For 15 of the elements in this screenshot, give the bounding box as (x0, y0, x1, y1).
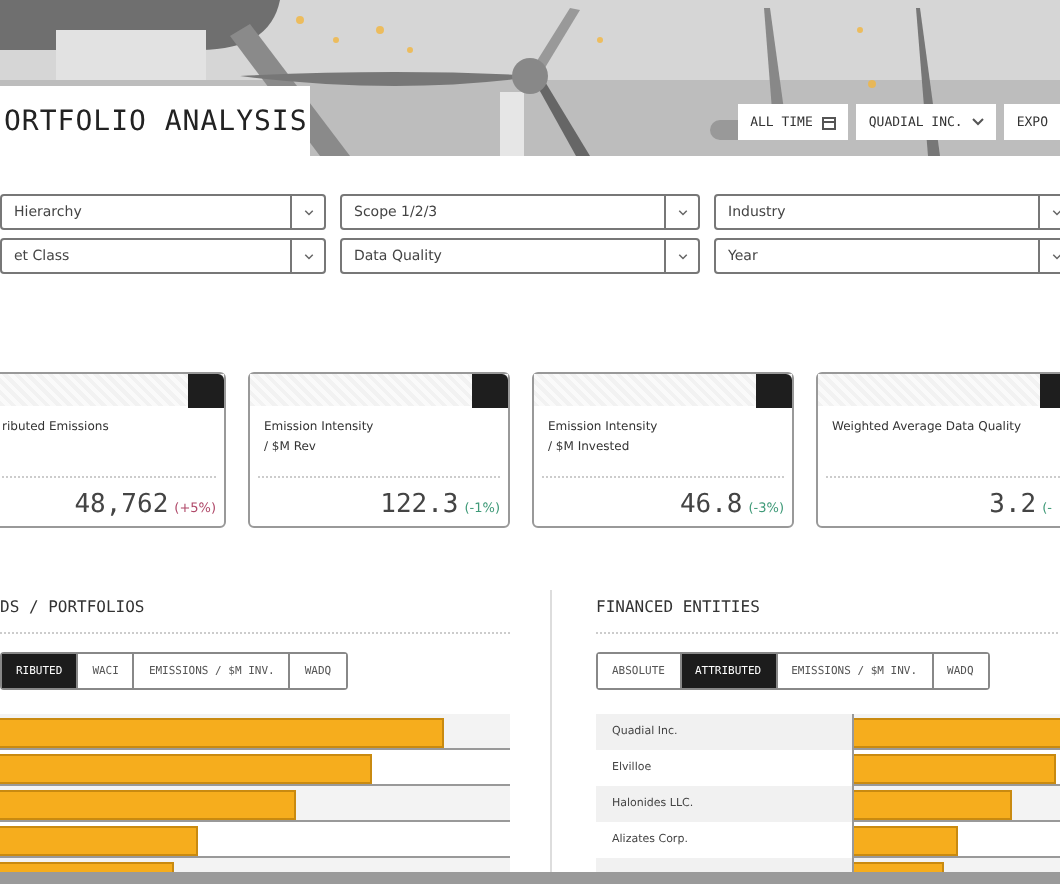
metric-value: 3.2 (989, 490, 1037, 520)
chevron-down-icon (1051, 253, 1060, 259)
metric-value: 48,762 (74, 490, 169, 520)
chevron-down-icon (303, 209, 313, 215)
chevron-down-icon (972, 118, 985, 126)
section-title: DS / PORTFOLIOS (0, 598, 510, 634)
metric-value: 46.8 (679, 490, 743, 520)
metric-value: 122.3 (380, 490, 459, 520)
chevron-down-icon (303, 253, 313, 259)
chevron-down-icon (677, 253, 687, 259)
chevron-down-icon (1051, 209, 1060, 215)
chevron-down-icon (677, 209, 687, 215)
page-title: ORTFOLIO ANALYSIS (0, 86, 310, 156)
calendar-icon (822, 115, 837, 129)
section-title: FINANCED ENTITIES (596, 598, 1060, 634)
